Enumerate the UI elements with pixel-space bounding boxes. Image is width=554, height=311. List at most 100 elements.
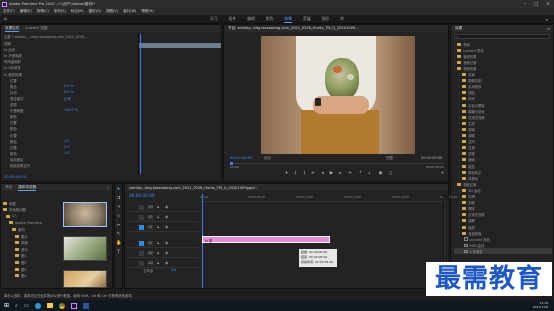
lock-icon[interactable]: 🔒︎ bbox=[157, 214, 159, 219]
track-target-toggle[interactable] bbox=[139, 215, 144, 220]
step-forward-icon[interactable]: ▸ bbox=[338, 171, 343, 176]
effect-row[interactable]: 融合 0.0 % bbox=[4, 84, 136, 89]
menu-item[interactable]: 标记(M) bbox=[71, 9, 84, 14]
slip-tool-icon[interactable]: ↔ bbox=[116, 223, 121, 228]
effect-row-value[interactable]: 1.0 bbox=[64, 139, 69, 143]
close-icon[interactable]: × bbox=[546, 2, 550, 7]
menu-item[interactable]: 编辑(E) bbox=[20, 9, 32, 14]
track-header[interactable]: V2 🔒︎ ◉ bbox=[127, 214, 199, 222]
maximize-icon[interactable]: □ bbox=[534, 2, 538, 7]
effect-row[interactable]: 滤镜 bbox=[4, 102, 136, 107]
compare-icon[interactable]: ▯ bbox=[388, 171, 393, 176]
effect-row[interactable]: 抖动 0.0 % bbox=[4, 90, 136, 95]
tree-item[interactable]: 图片 bbox=[3, 233, 28, 239]
menu-item[interactable]: 文件(F) bbox=[3, 9, 15, 14]
eye-icon[interactable]: ◉ bbox=[165, 260, 168, 265]
track-target-toggle[interactable] bbox=[139, 261, 144, 266]
search-icon[interactable]: ⌕ bbox=[15, 303, 18, 309]
effect-row[interactable]: fx 裁剪效果 bbox=[4, 72, 136, 77]
tree-item[interactable]: 素材 bbox=[3, 226, 25, 232]
premiere-taskbar-icon[interactable] bbox=[70, 302, 77, 309]
track-target-toggle[interactable] bbox=[139, 251, 144, 256]
type-tool-icon[interactable]: T bbox=[116, 250, 121, 255]
ec-timecode[interactable]: 00:00:00:00 bbox=[4, 175, 26, 179]
effect-row-value[interactable]: 0.0 % bbox=[64, 84, 74, 88]
eye-icon[interactable]: ◉ bbox=[165, 240, 168, 245]
track-header[interactable]: A1 🔒︎ ◉ bbox=[127, 240, 199, 248]
quality-dropdown[interactable]: 完整 bbox=[386, 156, 393, 161]
tree-item[interactable]: C:\ bbox=[3, 213, 17, 219]
workspace-tab[interactable]: 库 bbox=[340, 16, 344, 23]
go-to-out-icon[interactable]: ⇥ bbox=[347, 171, 352, 176]
mark-out-icon[interactable]: } bbox=[302, 171, 307, 176]
panel-menu-icon[interactable]: ≡ bbox=[547, 27, 553, 31]
workspace-menu-icon[interactable]: » bbox=[308, 17, 310, 22]
tree-item[interactable]: 视频 bbox=[3, 240, 28, 246]
effect-row[interactable]: 颜色 bbox=[4, 114, 136, 119]
lift-icon[interactable]: ⇡ bbox=[358, 171, 363, 176]
lock-icon[interactable]: 🔒︎ bbox=[157, 240, 159, 245]
workspace-tab[interactable]: 图形 bbox=[322, 16, 330, 23]
playhead-marker[interactable] bbox=[230, 162, 233, 165]
effect-row[interactable]: fx 4色渐变 bbox=[4, 65, 136, 70]
effect-row[interactable]: 颜色 1.0 bbox=[4, 151, 136, 156]
workspace-tab[interactable]: 组件 bbox=[229, 16, 237, 23]
effect-row[interactable]: 位置 bbox=[4, 120, 136, 125]
effect-row-value[interactable]: 3.0 bbox=[64, 145, 69, 149]
menu-item[interactable]: 窗口(W) bbox=[123, 9, 136, 14]
track-target-toggle[interactable] bbox=[139, 225, 144, 230]
menu-item[interactable]: 图形(G) bbox=[89, 9, 101, 14]
step-back-icon[interactable]: ◂ bbox=[320, 171, 325, 176]
effect-row-value[interactable]: 0.0 % bbox=[64, 90, 74, 94]
effect-row[interactable]: 保持固定 bbox=[4, 157, 136, 162]
effect-row-value[interactable]: 正常 bbox=[64, 96, 71, 101]
track-header[interactable]: A2 🔒︎ ◉ bbox=[127, 250, 199, 258]
selection-tool-icon[interactable]: ➤ bbox=[116, 187, 121, 192]
task-view-icon[interactable]: ▭ bbox=[24, 303, 29, 309]
ripple-edit-tool-icon[interactable]: ⊣ bbox=[116, 205, 121, 210]
go-to-in-icon[interactable]: ⇤ bbox=[311, 171, 316, 176]
tab-lumetri-scopes[interactable]: Lumetri 范围 bbox=[25, 26, 47, 31]
effect-row[interactable]: 位置 bbox=[4, 133, 136, 138]
extract-icon[interactable]: ⇣ bbox=[367, 171, 372, 176]
track-header[interactable]: V3 🔒︎ ◉ bbox=[127, 204, 199, 212]
effect-row[interactable]: 位置 bbox=[4, 78, 136, 83]
minimize-icon[interactable]: – bbox=[524, 2, 526, 7]
tab-effects[interactable]: 效果 bbox=[455, 26, 462, 31]
effect-row-value[interactable]: 1.0 bbox=[64, 151, 69, 155]
tree-item[interactable]: 图3 bbox=[3, 266, 27, 272]
video-clip[interactable]: fx 图 bbox=[202, 236, 330, 243]
effect-row[interactable]: 粘贴效果控件 bbox=[4, 163, 136, 168]
hand-tool-icon[interactable]: ✋ bbox=[116, 241, 122, 246]
tab-effect-controls[interactable]: 效果控件 bbox=[5, 26, 20, 32]
menu-item[interactable]: 剪辑(C) bbox=[37, 9, 49, 14]
panel-menu-icon[interactable]: » bbox=[107, 186, 112, 190]
effect-row[interactable]: 不透明度 100.0 % bbox=[4, 108, 136, 113]
explorer-icon[interactable] bbox=[46, 303, 53, 308]
fit-dropdown[interactable]: 适合 bbox=[264, 156, 271, 161]
chrome-icon[interactable] bbox=[58, 302, 65, 309]
media-thumbnail-3[interactable] bbox=[63, 270, 107, 288]
tree-item[interactable]: 图4 bbox=[3, 273, 27, 279]
tree-item[interactable]: 本地驱动器 bbox=[3, 207, 26, 213]
workspace-tab[interactable]: 编辑 bbox=[247, 16, 255, 23]
marker-icon[interactable]: ▾ bbox=[284, 171, 289, 176]
effect-list-item[interactable]: 4 色渐变 bbox=[454, 248, 552, 255]
sequence-tab[interactable]: zomlby...img.tessswong.com_2021_0226_Hun… bbox=[129, 186, 429, 190]
word-icon[interactable] bbox=[82, 302, 89, 309]
program-monitor-title[interactable]: 节目: zomlby...img.tessswong.com_2021_0226… bbox=[228, 26, 443, 31]
tree-item[interactable]: 音乐 bbox=[3, 246, 28, 252]
track-header[interactable]: V1 🔒︎ ◉ bbox=[127, 224, 199, 232]
track-select-tool-icon[interactable]: ⇉ bbox=[116, 196, 121, 201]
tab-media-browser[interactable]: 媒体浏览器 bbox=[18, 185, 37, 191]
program-ruler[interactable]: 00:00 00:00:05:00 bbox=[230, 162, 444, 169]
menu-item[interactable]: 视图(V) bbox=[106, 9, 118, 14]
export-frame-icon[interactable]: ◉ bbox=[378, 171, 383, 176]
effect-row[interactable]: 混合模式 正常 bbox=[4, 96, 136, 101]
effect-row[interactable]: 位置 3.0 bbox=[4, 145, 136, 150]
menu-item[interactable]: 序列(S) bbox=[54, 9, 66, 14]
eye-icon[interactable]: ◉ bbox=[165, 250, 168, 255]
effects-search[interactable]: ⌕ bbox=[454, 34, 550, 39]
home-icon[interactable]: ⌂ bbox=[4, 17, 7, 22]
track-header[interactable]: A3 🔒︎ ◉ bbox=[127, 260, 199, 268]
